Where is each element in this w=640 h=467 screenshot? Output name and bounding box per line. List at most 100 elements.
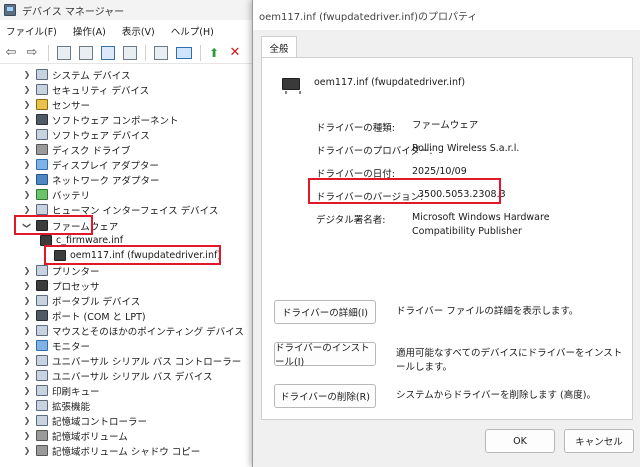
chevron-right-icon[interactable]: ❯ xyxy=(22,341,32,350)
chevron-right-icon[interactable]: ❯ xyxy=(22,311,32,320)
chevron-right-icon[interactable]: ❯ xyxy=(22,145,32,154)
chevron-right-icon[interactable]: ❯ xyxy=(22,371,32,380)
storage-controller-icon xyxy=(36,415,48,426)
chevron-right-icon[interactable]: ❯ xyxy=(22,401,32,410)
display-adapters-icon xyxy=(36,159,48,170)
ports-icon xyxy=(36,310,48,321)
tree-item-storage-controllers[interactable]: ❯ 記憶域コントローラー xyxy=(22,413,147,428)
chevron-right-icon[interactable]: ❯ xyxy=(22,446,32,455)
update-driver-icon[interactable] xyxy=(154,45,168,60)
tree-item-label: セキュリティ デバイス xyxy=(52,85,150,97)
tree-item-storage-volumes[interactable]: ❯ 記憶域ボリューム xyxy=(22,428,128,443)
processors-icon xyxy=(36,280,48,291)
device-name: oem117.inf (fwupdatedriver.inf) xyxy=(314,77,466,88)
tree-item-processors[interactable]: ❯ プロセッサ xyxy=(22,278,100,293)
tree-item-display-adapters[interactable]: ❯ ディスプレイ アダプター xyxy=(22,157,159,172)
tree-item-ports[interactable]: ❯ ポート (COM と LPT) xyxy=(22,308,146,323)
chevron-right-icon[interactable]: ❯ xyxy=(22,326,32,335)
sensors-icon xyxy=(36,99,48,110)
digital-signer-value: Microsoft Windows Hardware Compatibility… xyxy=(412,212,550,237)
tree-item-network-adapters[interactable]: ❯ ネットワーク アダプター xyxy=(22,172,160,187)
chevron-right-icon[interactable]: ❯ xyxy=(22,356,32,365)
tree-item-label: 記憶域ボリューム シャドウ コピー xyxy=(52,446,201,458)
remove-driver-button[interactable]: ドライバーの削除(R) xyxy=(274,384,376,408)
tree-item-mice[interactable]: ❯ マウスとそのほかのポインティング デバイス xyxy=(22,323,244,338)
ok-button[interactable]: OK xyxy=(485,429,555,453)
menu-action[interactable]: 操作(A) xyxy=(73,24,106,38)
extensions-icon xyxy=(36,400,48,411)
chevron-right-icon[interactable]: ❯ xyxy=(22,296,32,305)
tree-item-usb-controllers[interactable]: ❯ ユニバーサル シリアル バス コントローラー xyxy=(22,353,241,368)
chevron-right-icon[interactable]: ❯ xyxy=(22,266,32,275)
tree-item-label: 印刷キュー xyxy=(52,386,100,398)
tree-item-system-devices[interactable]: ❯ システム デバイス xyxy=(22,67,130,82)
digital-signer-label: デジタル署名者: xyxy=(316,215,386,226)
properties-dialog: oem117.inf (fwupdatedriver.inf)のプロパティ 全般… xyxy=(252,0,640,467)
chevron-right-icon[interactable]: ❯ xyxy=(22,175,32,184)
properties-icon[interactable] xyxy=(79,45,93,60)
back-arrow-icon[interactable]: ⇦ xyxy=(2,44,20,62)
enable-device-icon[interactable]: ⬆ xyxy=(205,44,223,62)
tree-item-print-queues[interactable]: ❯ 印刷キュー xyxy=(22,383,100,398)
uninstall-device-icon[interactable]: ✕ xyxy=(226,44,244,62)
tree-item-label: 記憶域コントローラー xyxy=(52,416,148,428)
software-devices-icon xyxy=(36,129,48,140)
tree-item-usb-devices[interactable]: ❯ ユニバーサル シリアル バス デバイス xyxy=(22,368,213,383)
chevron-right-icon[interactable]: ❯ xyxy=(22,115,32,124)
toolbar-separator xyxy=(48,44,49,61)
driver-details-button[interactable]: ドライバーの詳細(I) xyxy=(274,300,376,324)
tree-item-disk-drives[interactable]: ❯ ディスク ドライブ xyxy=(22,142,130,157)
hid-icon xyxy=(36,204,48,215)
tree-item-extensions[interactable]: ❯ 拡張機能 xyxy=(22,398,90,413)
chevron-right-icon[interactable]: ❯ xyxy=(22,100,32,109)
tree-item-label: 拡張機能 xyxy=(52,401,91,413)
tree-item-printers[interactable]: ❯ プリンター xyxy=(22,263,100,278)
portable-devices-icon xyxy=(36,295,48,306)
menu-file[interactable]: ファイル(F) xyxy=(6,24,57,38)
tree-item-security-devices[interactable]: ❯ セキュリティ デバイス xyxy=(22,82,149,97)
tree-item-portable-devices[interactable]: ❯ ポータブル デバイス xyxy=(22,293,140,308)
show-hide-console-tree-icon[interactable] xyxy=(57,45,71,60)
tree-item-batteries[interactable]: ❯ バッテリ xyxy=(22,187,90,202)
toolbar-separator xyxy=(200,44,201,61)
scan-hardware-icon[interactable] xyxy=(176,46,192,59)
tree-item-label: ソフトウェア デバイス xyxy=(52,130,150,142)
highlight-box-firmware xyxy=(14,215,93,235)
device-manager-icon xyxy=(4,4,16,16)
tree-item-label: ポータブル デバイス xyxy=(52,296,141,308)
highlight-box-oem117 xyxy=(44,245,221,265)
tree-item-label: プリンター xyxy=(52,266,100,278)
tree-item-software-devices[interactable]: ❯ ソフトウェア デバイス xyxy=(22,127,150,142)
chevron-right-icon[interactable]: ❯ xyxy=(22,386,32,395)
chevron-right-icon[interactable]: ❯ xyxy=(22,85,32,94)
tab-general[interactable]: 全般 xyxy=(261,36,297,58)
action-pane-icon[interactable] xyxy=(123,45,137,60)
chevron-right-icon[interactable]: ❯ xyxy=(22,205,32,214)
tree-item-label: ディスプレイ アダプター xyxy=(52,160,159,172)
menu-help[interactable]: ヘルプ(H) xyxy=(171,24,214,38)
install-driver-button[interactable]: ドライバーのインストール(I) xyxy=(274,342,376,368)
tree-item-sensors[interactable]: ❯ センサー xyxy=(22,97,90,112)
help-icon[interactable] xyxy=(101,45,115,60)
tree-item-software-components[interactable]: ❯ ソフトウェア コンポーネント xyxy=(22,112,179,127)
tree-item-shadow-copies[interactable]: ❯ 記憶域ボリューム シャドウ コピー xyxy=(22,443,200,458)
tree-item-monitors[interactable]: ❯ モニター xyxy=(22,338,90,353)
tree-item-label: ユニバーサル シリアル バス コントローラー xyxy=(52,356,242,368)
driver-provider-value: Rolling Wireless S.a.r.l. xyxy=(412,143,520,154)
forward-arrow-icon[interactable]: ⇨ xyxy=(23,44,41,62)
tree-item-label: プロセッサ xyxy=(52,281,100,293)
cancel-button[interactable]: キャンセル xyxy=(564,429,634,453)
install-driver-description: 適用可能なすべてのデバイスにドライバーをインストールします。 xyxy=(396,348,623,373)
chevron-right-icon[interactable]: ❯ xyxy=(22,190,32,199)
chevron-right-icon[interactable]: ❯ xyxy=(22,70,32,79)
storage-volume-icon xyxy=(36,430,48,441)
chevron-right-icon[interactable]: ❯ xyxy=(22,130,32,139)
disk-drives-icon xyxy=(36,144,48,155)
chevron-right-icon[interactable]: ❯ xyxy=(22,281,32,290)
chevron-right-icon[interactable]: ❯ xyxy=(22,160,32,169)
mouse-icon xyxy=(36,325,48,336)
chevron-right-icon[interactable]: ❯ xyxy=(22,416,32,425)
menu-view[interactable]: 表示(V) xyxy=(122,24,155,38)
chevron-right-icon[interactable]: ❯ xyxy=(22,431,32,440)
driver-chip-icon xyxy=(282,78,301,94)
